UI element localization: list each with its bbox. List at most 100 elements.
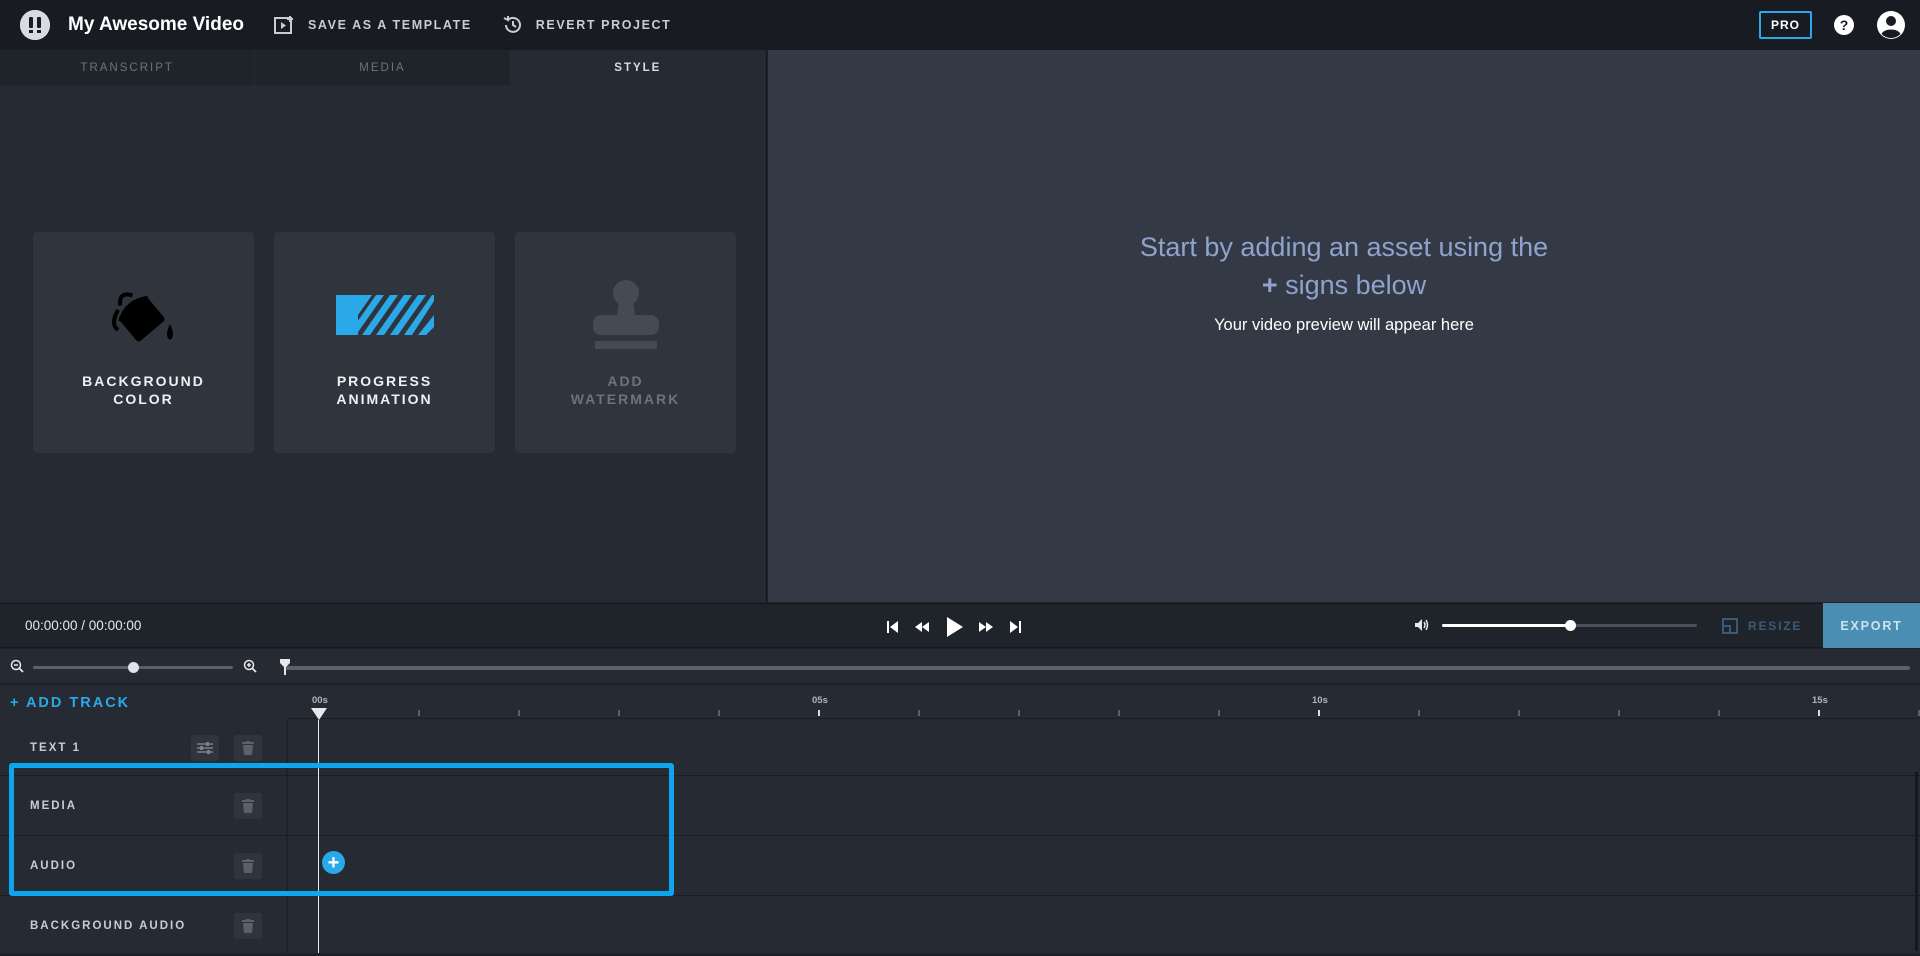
timeline: + ADD TRACK 00s 05s 10s 15s TEXT 1 MEDIA <box>0 685 1920 956</box>
project-title[interactable]: My Awesome Video <box>68 14 244 36</box>
ruler-label: 10s <box>1312 695 1328 706</box>
resize-label: RESIZE <box>1748 619 1803 633</box>
ruler-tick <box>1518 710 1520 716</box>
trash-icon[interactable] <box>234 912 262 939</box>
track-row-text-1: TEXT 1 <box>0 720 1920 776</box>
fast-forward-icon[interactable] <box>978 620 994 634</box>
style-cards: BACKGROUND COLOR PROGRESS ANIMATION ADD … <box>33 232 736 453</box>
track-header: BACKGROUND AUDIO <box>0 896 288 955</box>
volume-slider-fill <box>1442 623 1570 627</box>
playhead-line <box>318 720 319 953</box>
track-body[interactable] <box>288 836 1920 895</box>
track-name: MEDIA <box>30 799 78 812</box>
playback-controls: 00:00:00 / 00:00:00 RESIZE EXPORT <box>0 603 1920 648</box>
panel-tabs: TRANSCRIPT MEDIA STYLE <box>0 50 766 85</box>
timeline-vertical-scrollbar[interactable] <box>1915 772 1918 951</box>
progress-animation-card[interactable]: PROGRESS ANIMATION <box>274 232 495 453</box>
track-name: BACKGROUND AUDIO <box>30 919 187 932</box>
ruler-tick <box>1618 710 1620 716</box>
skip-to-start-icon[interactable] <box>886 620 900 634</box>
ruler-tick <box>1218 710 1220 716</box>
tab-media[interactable]: MEDIA <box>255 50 511 85</box>
play-icon[interactable] <box>944 616 964 638</box>
volume-icon[interactable] <box>1414 618 1430 632</box>
save-as-template-button[interactable]: SAVE AS A TEMPLATE <box>274 15 472 35</box>
trash-icon[interactable] <box>234 792 262 819</box>
ruler-tick <box>818 710 820 716</box>
add-watermark-label: ADD WATERMARK <box>570 373 681 407</box>
pro-button[interactable]: PRO <box>1758 11 1812 39</box>
stamp-icon <box>589 277 663 352</box>
plus-icon: + <box>1261 269 1278 300</box>
volume-slider-knob[interactable] <box>1564 619 1576 631</box>
style-panel: TRANSCRIPT MEDIA STYLE BACKGROUND COLOR … <box>0 50 767 602</box>
ruler-tick <box>518 710 520 716</box>
trash-icon[interactable] <box>234 852 262 879</box>
top-bar: My Awesome Video SAVE AS A TEMPLATE REVE… <box>0 0 1920 50</box>
track-header: AUDIO <box>0 836 288 895</box>
background-color-card[interactable]: BACKGROUND COLOR <box>33 232 254 453</box>
track-row-background-audio: BACKGROUND AUDIO <box>0 896 1920 956</box>
ruler-tick <box>1818 710 1820 716</box>
add-watermark-card[interactable]: ADD WATERMARK <box>515 232 736 453</box>
track-body[interactable] <box>288 776 1920 835</box>
ruler-tick <box>1718 710 1720 716</box>
ruler-label: 05s <box>812 695 828 706</box>
timeline-scrollbar[interactable] <box>284 666 1910 670</box>
track-settings-icon[interactable] <box>191 734 219 761</box>
ruler-tick <box>1318 710 1320 716</box>
ruler-label: 00s <box>312 695 328 706</box>
add-media-plus-button[interactable]: + <box>322 851 345 874</box>
revert-project-label: REVERT PROJECT <box>535 18 672 32</box>
zoom-in-icon[interactable] <box>243 659 257 673</box>
help-icon[interactable]: ? <box>1834 15 1854 35</box>
track-body[interactable] <box>288 720 1920 775</box>
ruler-tick <box>718 710 720 716</box>
track-row-audio: AUDIO <box>0 836 1920 896</box>
add-track-button[interactable]: + ADD TRACK <box>10 695 130 711</box>
ruler-tick <box>918 710 920 716</box>
preview-message-line2: signs below <box>1277 269 1427 300</box>
playhead-icon[interactable] <box>311 708 327 720</box>
tab-style[interactable]: STYLE <box>510 50 766 85</box>
trash-icon[interactable] <box>234 734 262 761</box>
preview-subtext: Your video preview will appear here <box>1214 315 1474 334</box>
resize-button[interactable]: RESIZE <box>1722 618 1802 634</box>
ruler-tick <box>418 710 420 716</box>
user-account-icon[interactable] <box>1876 10 1906 40</box>
timeline-ruler[interactable]: 00s 05s 10s 15s <box>288 685 1920 719</box>
track-header: TEXT 1 <box>0 720 288 775</box>
ruler-label: 15s <box>1812 695 1828 706</box>
progress-stripes-icon <box>335 277 434 352</box>
video-preview: Start by adding an asset using the + sig… <box>768 50 1920 602</box>
ruler-tick <box>618 710 620 716</box>
template-icon <box>274 16 293 34</box>
volume-slider[interactable] <box>1442 619 1697 631</box>
zoom-slider[interactable] <box>33 662 233 673</box>
track-name: AUDIO <box>30 859 78 872</box>
track-header: MEDIA <box>0 776 288 835</box>
zoom-slider-knob[interactable] <box>128 662 139 673</box>
timecode: 00:00:00 / 00:00:00 <box>25 618 142 633</box>
ruler-tick <box>1418 710 1420 716</box>
revert-project-button[interactable]: REVERT PROJECT <box>502 14 672 36</box>
top-right-actions: PRO ? <box>1758 10 1906 40</box>
track-body[interactable] <box>288 896 1920 955</box>
preview-message-line1: Start by adding an asset using the <box>1139 231 1549 262</box>
rewind-icon[interactable] <box>914 620 930 634</box>
zoom-out-icon[interactable] <box>10 659 24 673</box>
ruler-tick <box>1118 710 1120 716</box>
export-button[interactable]: EXPORT <box>1823 603 1920 648</box>
paint-bucket-icon <box>108 277 180 352</box>
history-icon <box>503 16 521 33</box>
transport-buttons <box>886 616 1022 638</box>
tab-transcript[interactable]: TRANSCRIPT <box>0 50 256 85</box>
background-color-label: BACKGROUND COLOR <box>82 373 205 407</box>
progress-animation-label: PROGRESS ANIMATION <box>336 373 433 407</box>
timeline-zoom-row <box>0 649 1920 684</box>
app-logo-icon[interactable] <box>20 10 50 40</box>
ruler-tick <box>1018 710 1020 716</box>
scrollbar-handle-icon[interactable] <box>280 659 290 675</box>
skip-to-end-icon[interactable] <box>1008 620 1022 634</box>
volume-control <box>1414 618 1697 632</box>
